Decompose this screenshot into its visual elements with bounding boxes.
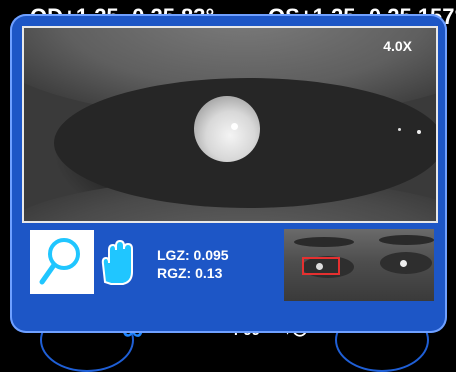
reflection-dot: [398, 128, 401, 131]
right-pupil: [400, 260, 407, 267]
pan-tool-button[interactable]: [95, 230, 141, 294]
gaze-readout: LGZ: 0.095 RGZ: 0.13: [157, 246, 229, 282]
corneal-glint: [231, 123, 238, 130]
rgz-value: RGZ: 0.13: [157, 265, 223, 281]
face-thumbnail[interactable]: [284, 229, 434, 301]
zoom-tool-button[interactable]: [30, 230, 94, 294]
pupil: [194, 96, 260, 162]
eye-zoom-view[interactable]: 4.0X: [22, 26, 438, 223]
lgz-value: LGZ: 0.095: [157, 247, 229, 263]
zoom-level-label: 4.0X: [383, 38, 412, 54]
search-icon: [39, 238, 80, 285]
right-brow: [379, 235, 434, 245]
reflection-dot: [417, 130, 421, 134]
roi-box[interactable]: [302, 257, 340, 275]
hand-icon: [101, 239, 133, 285]
left-brow: [294, 237, 354, 247]
